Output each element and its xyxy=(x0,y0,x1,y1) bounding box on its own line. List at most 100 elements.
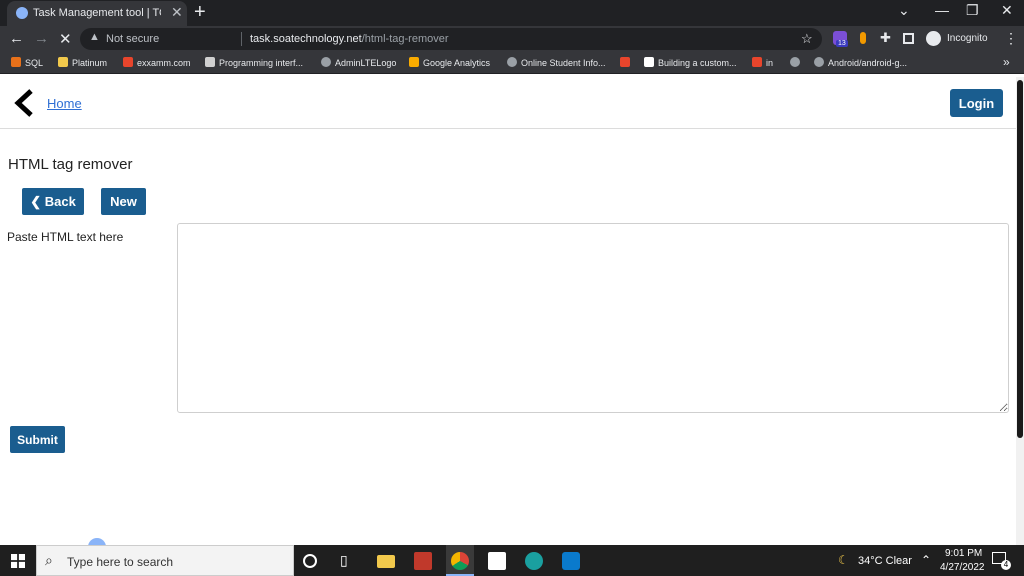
filezilla-icon[interactable] xyxy=(414,552,432,570)
new-tab-button[interactable]: + xyxy=(194,1,206,24)
folder-icon xyxy=(58,57,68,67)
page-title: HTML tag remover xyxy=(8,156,133,173)
warning-triangle-icon: ▲ xyxy=(89,31,100,43)
github-icon xyxy=(814,57,824,67)
notification-count: 4 xyxy=(1001,560,1011,570)
bookmark-item[interactable]: Google Analytics xyxy=(409,57,490,68)
close-window-button[interactable]: ✕ xyxy=(1001,2,1013,19)
back-chevron-icon[interactable] xyxy=(13,88,35,118)
search-placeholder: Type here to search xyxy=(67,555,174,569)
bookmark-label: Google Analytics xyxy=(423,58,491,68)
url-text: task.soatechnology.net/html-tag-remover xyxy=(250,33,449,45)
task-view-icon[interactable]: ▯ xyxy=(340,552,358,570)
bookmark-label: Online Student Info... xyxy=(521,58,606,68)
bookmarks-overflow-button[interactable]: » xyxy=(1003,55,1010,69)
bookmark-item[interactable]: SQL xyxy=(11,57,43,68)
bookmark-star-icon[interactable]: ☆ xyxy=(801,31,813,47)
bookmark-label: Programming interf... xyxy=(219,58,304,68)
html-text-input[interactable] xyxy=(177,223,1009,413)
bookmark-item[interactable] xyxy=(790,57,804,68)
minimize-button[interactable]: — xyxy=(935,2,949,18)
chevron-left-icon: ❮ xyxy=(30,193,42,209)
bookmark-icon xyxy=(205,57,215,67)
bookmark-label: Android/android-g... xyxy=(828,58,908,68)
bookmark-label: exxamm.com xyxy=(137,58,191,68)
analytics-icon xyxy=(409,57,419,67)
bookmark-label: Building a custom... xyxy=(658,58,737,68)
url-path: /html-tag-remover xyxy=(361,33,449,45)
bookmark-item[interactable]: AdminLTELogo xyxy=(321,57,396,68)
clock-time[interactable]: 9:01 PM xyxy=(945,548,982,559)
bookmark-item[interactable]: exxamm.com xyxy=(123,57,191,68)
tab-close-icon[interactable]: ✕ xyxy=(171,4,183,21)
browser-tab[interactable]: Task Management tool | TO-DO l ✕ xyxy=(7,1,187,26)
bookmark-icon xyxy=(123,57,133,67)
extension-flame-icon[interactable] xyxy=(860,32,866,44)
chrome-icon xyxy=(451,552,469,570)
extension-badge: 13 xyxy=(836,40,848,47)
windows-logo-icon xyxy=(11,554,25,568)
pdf-reader-icon[interactable] xyxy=(488,552,506,570)
url-domain: task.soatechnology.net xyxy=(250,33,362,45)
chrome-taskbar-button[interactable] xyxy=(446,545,474,576)
address-bar[interactable]: ▲ Not secure task.soatechnology.net/html… xyxy=(80,28,822,50)
restore-button[interactable]: ❐ xyxy=(966,2,979,19)
taskbar-search[interactable]: ⌕ Type here to search xyxy=(36,545,294,576)
site-favicon-icon xyxy=(16,7,28,19)
paste-html-label: Paste HTML text here xyxy=(7,230,124,244)
globe-icon xyxy=(790,57,800,67)
bookmark-icon xyxy=(620,57,630,67)
menu-kebab-icon[interactable]: ⋮ xyxy=(1004,30,1018,47)
weather-moon-icon: ☾ xyxy=(838,553,849,567)
globe-icon xyxy=(507,57,517,67)
start-button[interactable] xyxy=(0,545,36,576)
clock-date[interactable]: 4/27/2022 xyxy=(940,562,985,573)
windows-taskbar: ⌕ Type here to search ▯ ☾ 34°C Clear ⌃ 9… xyxy=(0,545,1024,576)
bookmark-item[interactable] xyxy=(620,57,634,68)
bookmark-label: AdminLTELogo xyxy=(335,58,397,68)
new-button[interactable]: New xyxy=(101,188,146,215)
page-content: Home Login HTML tag remover ❮ Back New P… xyxy=(0,77,1016,545)
bookmark-label: in xyxy=(766,58,774,68)
browser-tab-bar: Task Management tool | TO-DO l ✕ + ⌄ — ❐… xyxy=(0,0,1024,26)
cortana-icon[interactable] xyxy=(303,554,317,568)
bookmark-item[interactable]: Platinum xyxy=(58,57,107,68)
login-button[interactable]: Login xyxy=(950,89,1003,117)
footer-logo-icon xyxy=(88,538,106,545)
bookmark-item[interactable]: Online Student Info... xyxy=(507,57,606,68)
site-navbar: Home Login xyxy=(0,77,1016,129)
profile-label[interactable]: Incognito xyxy=(947,33,988,44)
globe-icon xyxy=(321,57,331,67)
extensions-puzzle-icon[interactable]: ✚ xyxy=(880,30,891,46)
bookmark-icon xyxy=(11,57,21,67)
security-status[interactable]: Not secure xyxy=(106,33,159,45)
tray-chevron-icon[interactable]: ⌃ xyxy=(921,553,931,567)
search-icon: ⌕ xyxy=(45,552,53,568)
weather-text[interactable]: 34°C Clear xyxy=(858,555,912,567)
back-button-label: Back xyxy=(44,193,76,209)
home-link[interactable]: Home xyxy=(47,96,82,111)
edge-icon[interactable] xyxy=(525,552,543,570)
code-icon xyxy=(644,57,654,67)
back-arrow-icon[interactable]: ← xyxy=(9,30,24,47)
side-panel-icon[interactable] xyxy=(903,33,914,44)
bookmark-item[interactable]: Android/android-g... xyxy=(814,57,907,68)
back-button[interactable]: ❮ Back xyxy=(22,188,84,215)
forward-arrow-icon[interactable]: → xyxy=(34,30,49,47)
vscode-icon[interactable] xyxy=(562,552,580,570)
stop-loading-icon[interactable]: ✕ xyxy=(59,30,72,48)
bookmark-item[interactable]: Programming interf... xyxy=(205,57,303,68)
footer-preview xyxy=(0,533,1016,545)
bookmark-item[interactable]: in xyxy=(752,57,773,68)
address-divider xyxy=(241,32,242,46)
tab-search-icon[interactable]: ⌄ xyxy=(898,2,910,19)
incognito-icon xyxy=(926,31,941,46)
tab-title: Task Management tool | TO-DO l xyxy=(33,7,161,19)
scrollbar-thumb[interactable] xyxy=(1017,80,1023,438)
bookmark-label: SQL xyxy=(25,58,44,68)
bookmarks-bar: SQL Platinum exxamm.com Programming inte… xyxy=(0,52,1024,74)
bookmark-icon xyxy=(752,57,762,67)
submit-button[interactable]: Submit xyxy=(10,426,65,453)
file-explorer-icon[interactable] xyxy=(377,555,395,568)
bookmark-item[interactable]: Building a custom... xyxy=(644,57,737,68)
